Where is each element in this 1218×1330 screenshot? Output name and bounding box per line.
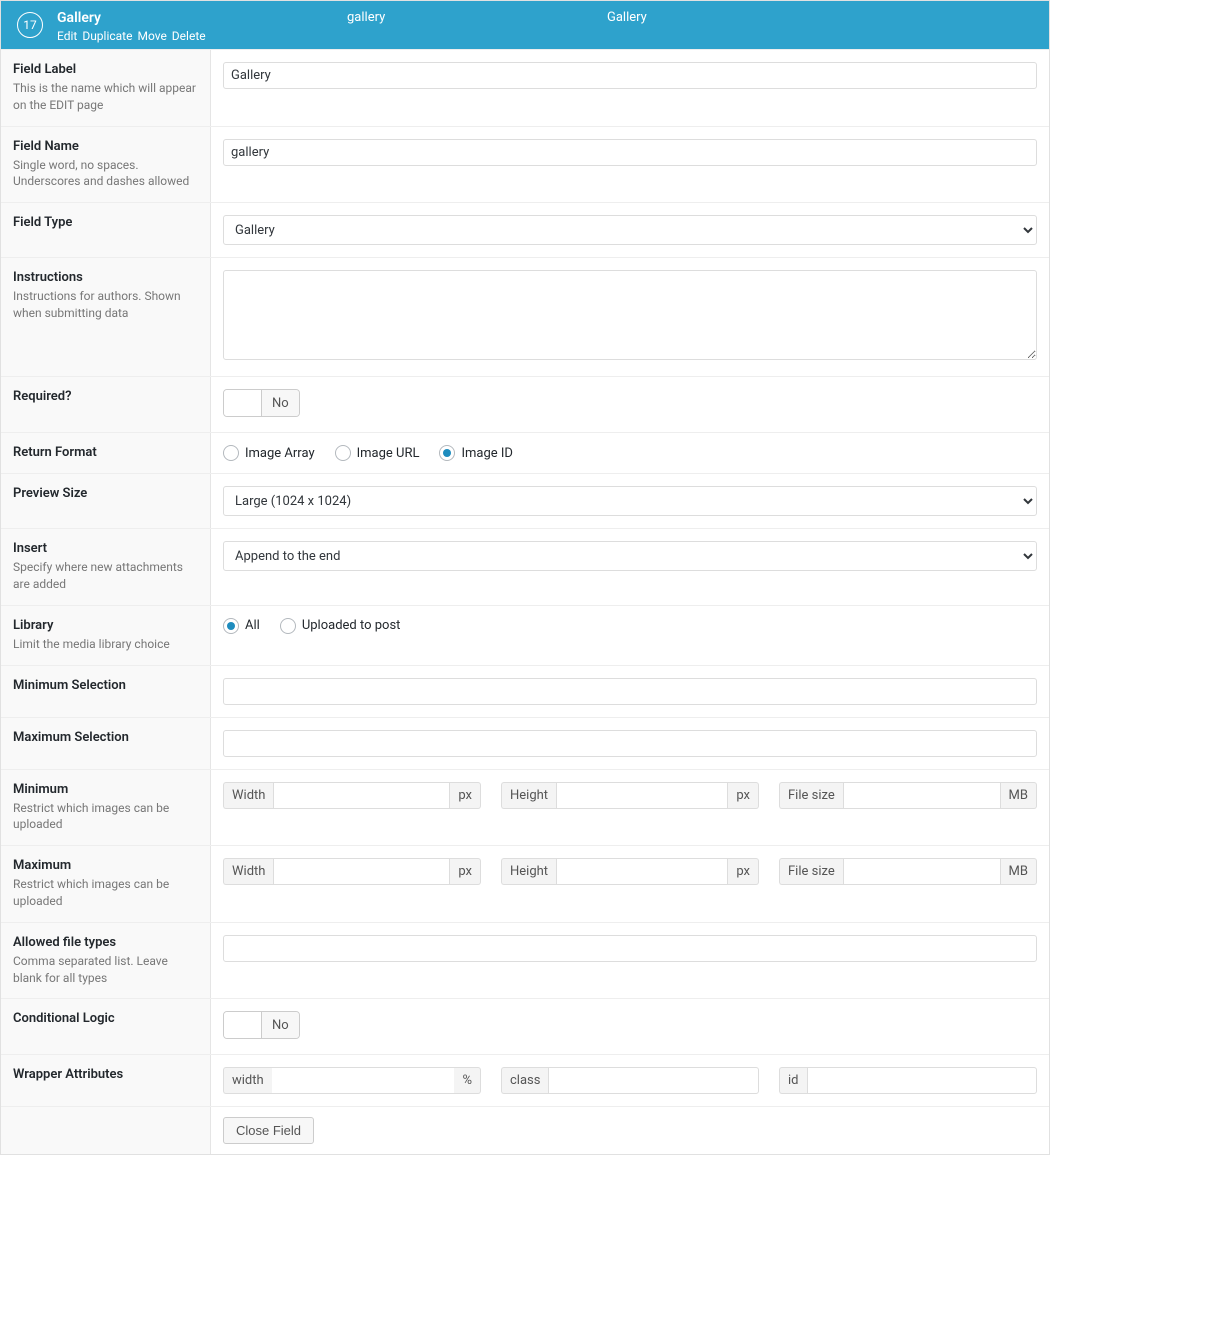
wrapper-id-label: id [779,1067,807,1094]
instructions-label: Instructions [13,270,198,285]
min-size-unit: MB [1001,782,1037,809]
header-name-slug: gallery [341,8,601,25]
action-duplicate[interactable]: Duplicate [82,29,132,43]
max-size-label: File size [779,858,843,885]
max-height-unit: px [728,858,759,885]
wrapper-label: Wrapper Attributes [13,1067,198,1082]
preview-size-select[interactable]: Large (1024 x 1024) [223,486,1037,516]
field-name-label: Field Name [13,139,198,154]
field-name-input[interactable] [223,139,1037,166]
radio-icon [280,618,296,634]
action-edit[interactable]: Edit [57,29,77,43]
preview-size-label: Preview Size [13,486,198,501]
instructions-desc: Instructions for authors. Shown when sub… [13,288,198,322]
max-selection-label: Maximum Selection [13,730,198,745]
return-format-id[interactable]: Image ID [439,445,513,461]
max-width-input[interactable] [273,858,450,885]
wrapper-width-input[interactable] [272,1067,455,1094]
wrapper-class-label: class [501,1067,548,1094]
max-height-label: Height [501,858,556,885]
header-title: Gallery [57,10,335,26]
required-toggle[interactable]: No [223,389,300,417]
field-label-input[interactable] [223,62,1037,89]
radio-icon [439,445,455,461]
max-width-label: Width [223,858,273,885]
min-width-unit: px [450,782,481,809]
field-name-desc: Single word, no spaces. Underscores and … [13,157,198,191]
min-size-input[interactable] [843,782,1001,809]
order-badge[interactable]: 17 [17,12,43,38]
field-type-select[interactable]: Gallery [223,215,1037,245]
min-width-label: Width [223,782,273,809]
library-uploaded[interactable]: Uploaded to post [280,618,401,634]
return-format-url[interactable]: Image URL [335,445,420,461]
return-format-label: Return Format [13,445,198,460]
library-desc: Limit the media library choice [13,636,198,653]
header-type: Gallery [601,8,1039,25]
wrapper-width-label: width [223,1067,272,1094]
min-height-input[interactable] [556,782,728,809]
required-state: No [262,390,299,416]
min-width-input[interactable] [273,782,450,809]
min-height-label: Height [501,782,556,809]
wrapper-width-unit: % [454,1067,481,1094]
maximum-desc: Restrict which images can be uploaded [13,876,198,910]
min-size-label: File size [779,782,843,809]
radio-icon [335,445,351,461]
max-size-input[interactable] [843,858,1001,885]
return-format-array[interactable]: Image Array [223,445,315,461]
radio-icon [223,618,239,634]
required-label: Required? [13,389,198,404]
wrapper-class-input[interactable] [548,1067,759,1094]
minimum-label: Minimum [13,782,198,797]
insert-desc: Specify where new attachments are added [13,559,198,593]
action-delete[interactable]: Delete [172,29,206,43]
library-label: Library [13,618,198,633]
conditional-logic-label: Conditional Logic [13,1011,198,1026]
min-selection-input[interactable] [223,678,1037,705]
radio-icon [223,445,239,461]
action-move[interactable]: Move [137,29,166,43]
max-size-unit: MB [1001,858,1037,885]
minimum-desc: Restrict which images can be uploaded [13,800,198,834]
maximum-label: Maximum [13,858,198,873]
min-height-unit: px [728,782,759,809]
field-label-desc: This is the name which will appear on th… [13,80,198,114]
close-field-button[interactable]: Close Field [223,1117,314,1144]
instructions-textarea[interactable] [223,270,1037,360]
min-selection-label: Minimum Selection [13,678,198,693]
allowed-types-input[interactable] [223,935,1037,962]
max-selection-input[interactable] [223,730,1037,757]
conditional-logic-toggle[interactable]: No [223,1011,300,1039]
wrapper-id-input[interactable] [807,1067,1038,1094]
insert-label: Insert [13,541,198,556]
header-actions: Edit Duplicate Move Delete [57,29,335,43]
max-width-unit: px [450,858,481,885]
max-height-input[interactable] [556,858,728,885]
insert-select[interactable]: Append to the end [223,541,1037,571]
field-header[interactable]: 17 Gallery Edit Duplicate Move Delete ga… [1,1,1049,49]
allowed-types-desc: Comma separated list. Leave blank for al… [13,953,198,987]
conditional-logic-state: No [262,1012,299,1038]
field-type-label: Field Type [13,215,198,230]
allowed-types-label: Allowed file types [13,935,198,950]
field-label-label: Field Label [13,62,198,77]
library-all[interactable]: All [223,618,260,634]
